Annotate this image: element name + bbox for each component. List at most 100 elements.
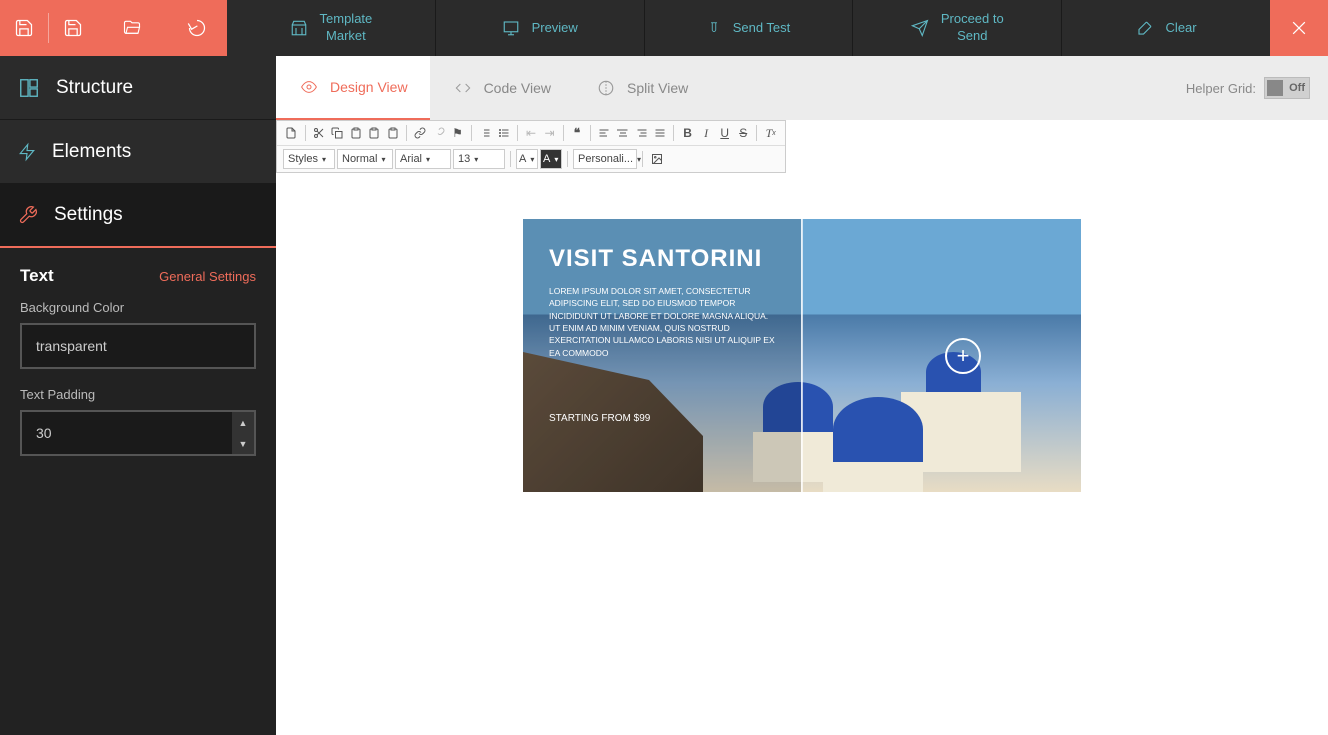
text-overlay[interactable]: VISIT SANTORINI LOREM IPSUM DOLOR SIT AM… bbox=[523, 219, 801, 492]
rte-cut[interactable] bbox=[310, 124, 327, 142]
padding-decrement[interactable]: ▼ bbox=[232, 433, 254, 454]
template-market-label: Template Market bbox=[320, 11, 373, 45]
elements-label: Elements bbox=[52, 141, 131, 163]
toolbar-main-group: Template Market Preview Send Test Procee… bbox=[227, 0, 1270, 56]
rte-anchor[interactable]: ⚑ bbox=[449, 124, 466, 142]
link-icon bbox=[414, 127, 426, 139]
padding-label: Text Padding bbox=[20, 387, 256, 402]
undo-button[interactable] bbox=[167, 0, 227, 56]
general-settings-link[interactable]: General Settings bbox=[159, 269, 256, 284]
tab-split-view[interactable]: Split View bbox=[573, 56, 710, 120]
padding-input[interactable] bbox=[20, 410, 256, 456]
rte-bg-color[interactable]: A bbox=[540, 149, 562, 169]
clear-button[interactable]: Clear bbox=[1062, 0, 1270, 56]
rte-align-center[interactable] bbox=[615, 124, 632, 142]
cut-icon bbox=[313, 127, 325, 139]
email-body-text[interactable]: LOREM IPSUM DOLOR SIT AMET, CONSECTETUR … bbox=[549, 285, 775, 359]
close-icon bbox=[1289, 18, 1309, 38]
send-icon bbox=[911, 19, 929, 37]
open-button[interactable] bbox=[97, 0, 167, 56]
close-button[interactable] bbox=[1270, 0, 1328, 56]
view-tabs: Design View Code View Split View Helper … bbox=[276, 56, 1328, 120]
rte-underline[interactable]: U bbox=[716, 124, 733, 142]
column-divider bbox=[801, 219, 803, 492]
rte-bold[interactable]: B bbox=[679, 124, 696, 142]
plus-icon: + bbox=[957, 343, 970, 369]
preview-button[interactable]: Preview bbox=[436, 0, 645, 56]
align-center-icon bbox=[617, 127, 629, 139]
clear-icon bbox=[1136, 19, 1154, 37]
rte-remove-format[interactable]: Tx bbox=[762, 124, 779, 142]
document-icon bbox=[285, 126, 297, 140]
align-left-icon bbox=[598, 127, 610, 139]
paste-icon bbox=[350, 127, 362, 139]
bg-color-input[interactable] bbox=[20, 323, 256, 369]
add-element-button[interactable]: + bbox=[945, 338, 981, 374]
canvas[interactable]: VISIT SANTORINI LOREM IPSUM DOLOR SIT AM… bbox=[276, 176, 1328, 735]
rte-indent[interactable]: ⇥ bbox=[541, 124, 558, 142]
email-heading[interactable]: VISIT SANTORINI bbox=[549, 245, 775, 273]
save-icon bbox=[14, 18, 34, 38]
rte-text-color[interactable]: A bbox=[516, 149, 538, 169]
helper-grid-toggle[interactable]: Off bbox=[1264, 77, 1310, 99]
rte-outdent[interactable]: ⇤ bbox=[523, 124, 540, 142]
rte-ol[interactable] bbox=[477, 124, 494, 142]
test-tube-icon bbox=[707, 19, 721, 37]
rte-blockquote[interactable]: ❝ bbox=[569, 124, 586, 142]
rte-image[interactable] bbox=[648, 150, 666, 168]
settings-icon bbox=[18, 205, 38, 225]
rte-align-justify[interactable] bbox=[652, 124, 669, 142]
market-icon bbox=[290, 19, 308, 37]
proceed-send-button[interactable]: Proceed to Send bbox=[853, 0, 1062, 56]
rte-align-right[interactable] bbox=[633, 124, 650, 142]
tab-design-view[interactable]: Design View bbox=[276, 56, 430, 120]
sidebar: Structure Elements Settings Text General… bbox=[0, 56, 276, 735]
sidebar-tab-settings[interactable]: Settings bbox=[0, 184, 276, 248]
eye-icon bbox=[298, 79, 320, 95]
image-icon bbox=[650, 153, 664, 165]
rte-personalize[interactable]: Personali... bbox=[573, 149, 637, 169]
rte-align-left[interactable] bbox=[596, 124, 613, 142]
rte-ul[interactable] bbox=[495, 124, 512, 142]
settings-label: Settings bbox=[54, 204, 123, 226]
rte-paste-word[interactable] bbox=[385, 124, 402, 142]
rte-new-doc[interactable] bbox=[283, 124, 300, 142]
rte-link[interactable] bbox=[412, 124, 429, 142]
align-justify-icon bbox=[654, 127, 666, 139]
paste-word-icon bbox=[387, 127, 399, 139]
rte-paste-text[interactable] bbox=[366, 124, 383, 142]
top-toolbar: Template Market Preview Send Test Procee… bbox=[0, 0, 1328, 56]
send-test-label: Send Test bbox=[733, 20, 791, 37]
bg-color-label: Background Color bbox=[20, 300, 256, 315]
sidebar-tab-elements[interactable]: Elements bbox=[0, 120, 276, 184]
structure-icon bbox=[18, 77, 40, 99]
rte-copy[interactable] bbox=[329, 124, 346, 142]
save-button[interactable] bbox=[0, 0, 48, 56]
elements-icon bbox=[18, 141, 36, 163]
preview-icon bbox=[502, 19, 520, 37]
split-view-label: Split View bbox=[627, 80, 688, 96]
rte-italic[interactable]: I bbox=[698, 124, 715, 142]
sidebar-tab-structure[interactable]: Structure bbox=[0, 56, 276, 120]
save-as-button[interactable] bbox=[49, 0, 97, 56]
email-price-text[interactable]: STARTING FROM $99 bbox=[549, 413, 775, 424]
tab-code-view[interactable]: Code View bbox=[430, 56, 573, 120]
helper-grid-label: Helper Grid: bbox=[1186, 81, 1256, 96]
rte-format-select[interactable]: Normal bbox=[337, 149, 393, 169]
email-block[interactable]: VISIT SANTORINI LOREM IPSUM DOLOR SIT AM… bbox=[523, 219, 1081, 492]
toolbar-file-group bbox=[0, 0, 227, 56]
rte-size-select[interactable]: 13 bbox=[453, 149, 505, 169]
rte-styles-select[interactable]: Styles bbox=[283, 149, 335, 169]
folder-open-icon bbox=[121, 19, 143, 37]
rte-strike[interactable]: S bbox=[735, 124, 752, 142]
rte-font-select[interactable]: Arial bbox=[395, 149, 451, 169]
undo-icon bbox=[187, 18, 207, 38]
send-test-button[interactable]: Send Test bbox=[645, 0, 854, 56]
template-market-button[interactable]: Template Market bbox=[227, 0, 436, 56]
panel-title: Text bbox=[20, 266, 54, 286]
rte-unlink[interactable] bbox=[431, 124, 448, 142]
structure-label: Structure bbox=[56, 77, 133, 99]
padding-increment[interactable]: ▲ bbox=[232, 412, 254, 433]
toggle-state: Off bbox=[1289, 82, 1305, 94]
rte-paste[interactable] bbox=[348, 124, 365, 142]
